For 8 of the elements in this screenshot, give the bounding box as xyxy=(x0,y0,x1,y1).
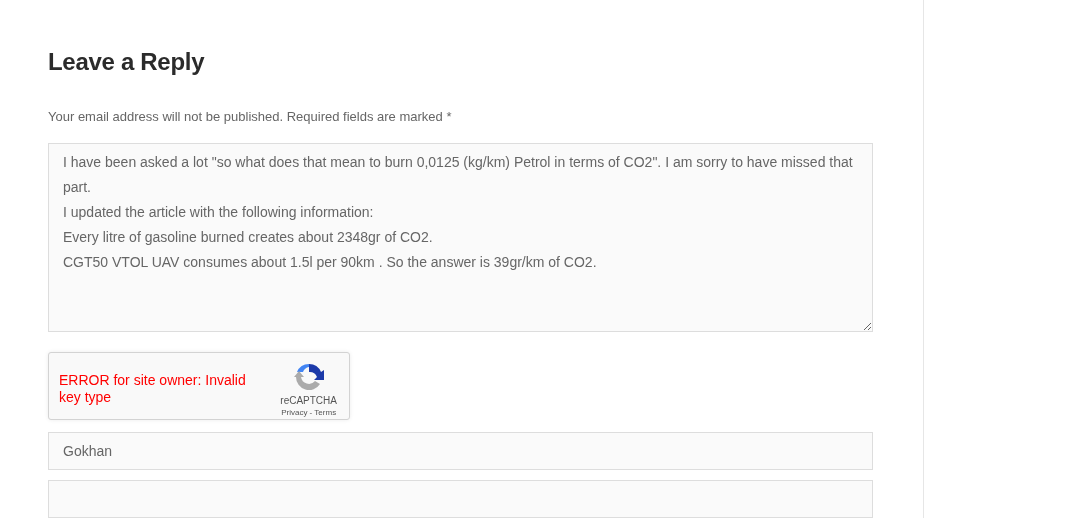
privacy-terms-link[interactable]: Privacy - Terms xyxy=(281,408,337,418)
input-field[interactable] xyxy=(48,480,873,518)
error-message: ERROR for site owner: Invalid key type xyxy=(59,372,247,407)
recaptcha-label: reCAPTCHA xyxy=(280,395,337,407)
notice-text: Your email address will not be published. Required fields are marked * xyxy=(48,109,453,124)
input-field[interactable]: Gokhan xyxy=(48,432,873,470)
comment-field[interactable]: I have been asked a lot "so what does that mean to burn 0,0125 (kg/km) Petrol in terms of CO2". I am sorry to have missed that part. I updated the article with the following information: Every litre of gasoline burned creates about 2348gr of CO2. CGT50 VTOL UAV consumes about 1.5l per 90km . So the answer is 39gr/km of CO2. xyxy=(48,143,873,333)
section-heading: Leave a Reply xyxy=(48,48,206,76)
